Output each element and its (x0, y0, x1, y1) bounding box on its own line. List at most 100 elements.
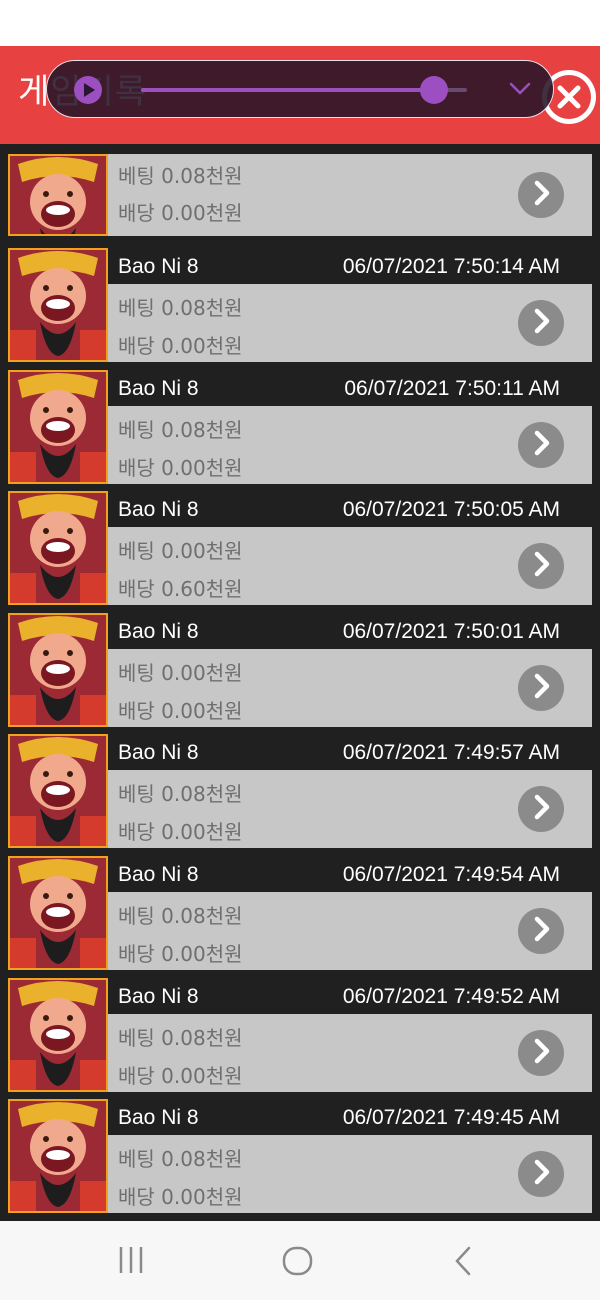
payout-line: 배당 0.00천원 (118, 816, 243, 845)
chevron-right-icon (527, 1158, 555, 1191)
bet-line: 베팅 0.08천원 (118, 160, 243, 189)
payout-line: 배당 0.00천원 (118, 695, 243, 724)
chevron-right-icon (527, 179, 555, 212)
chevron-right-icon (527, 793, 555, 826)
play-icon[interactable] (73, 75, 103, 105)
game-thumbnail (8, 491, 108, 605)
payout-line: 배당 0.00천원 (118, 938, 243, 967)
bet-line: 베팅 0.08천원 (118, 900, 243, 929)
bet-label: 베팅 (118, 661, 155, 685)
bet-amount: 0.00천원 (161, 539, 243, 563)
detail-button[interactable] (518, 1030, 564, 1076)
game-record-row[interactable]: Bao Ni 8 06/07/2021 7:50:01 AM 베팅 0.00천원… (8, 613, 592, 727)
thumbnail-art (10, 858, 106, 968)
game-record-row[interactable]: Bao Ni 8 06/07/2021 7:49:52 AM 베팅 0.08천원… (8, 978, 592, 1092)
payout-label: 배당 (118, 334, 155, 358)
navigation-bar (0, 1221, 600, 1300)
bet-line: 베팅 0.08천원 (118, 414, 243, 443)
record-time: 06/07/2021 7:49:57 AM (342, 741, 560, 764)
recents-icon[interactable] (118, 1245, 144, 1275)
chevron-right-icon (527, 915, 555, 948)
bet-amount: 0.08천원 (161, 418, 243, 442)
close-icon (547, 75, 591, 119)
record-header: Bao Ni 8 06/07/2021 7:50:05 AM (108, 491, 592, 527)
bet-label: 베팅 (118, 782, 155, 806)
game-record-row[interactable]: 베팅 0.08천원 배당 0.00천원 (8, 154, 592, 236)
chevron-right-icon (527, 672, 555, 705)
payout-label: 배당 (118, 942, 155, 966)
record-time: 06/07/2021 7:49:45 AM (342, 1106, 560, 1129)
detail-button[interactable] (518, 786, 564, 832)
record-time: 06/07/2021 7:49:52 AM (342, 985, 560, 1008)
bet-line: 베팅 0.08천원 (118, 1022, 243, 1051)
detail-button[interactable] (518, 908, 564, 954)
bet-line: 베팅 0.08천원 (118, 292, 243, 321)
bet-amount: 0.00천원 (161, 661, 243, 685)
game-record-row[interactable]: Bao Ni 8 06/07/2021 7:49:45 AM 베팅 0.08천원… (8, 1099, 592, 1213)
bet-label: 베팅 (118, 904, 155, 928)
chevron-down-icon[interactable] (509, 81, 531, 97)
payout-label: 배당 (118, 699, 155, 723)
payout-amount: 0.00천원 (161, 1185, 243, 1209)
game-thumbnail (8, 154, 108, 236)
payout-amount: 0.00천원 (161, 334, 243, 358)
detail-button[interactable] (518, 172, 564, 218)
game-record-row[interactable]: Bao Ni 8 06/07/2021 7:49:57 AM 베팅 0.08천원… (8, 734, 592, 848)
game-thumbnail (8, 978, 108, 1092)
bet-amount: 0.08천원 (161, 1147, 243, 1171)
game-record-row[interactable]: Bao Ni 8 06/07/2021 7:50:14 AM 베팅 0.08천원… (8, 248, 592, 362)
payout-amount: 0.60천원 (161, 577, 243, 601)
thumbnail-art (10, 1101, 106, 1211)
record-body: 베팅 0.00천원 배당 0.00천원 (108, 649, 592, 727)
detail-button[interactable] (518, 543, 564, 589)
thumbnail-art (10, 493, 106, 603)
bet-amount: 0.08천원 (161, 164, 243, 188)
record-body: 베팅 0.08천원 배당 0.00천원 (108, 154, 592, 236)
media-player (46, 60, 554, 118)
game-name: Bao Ni 8 (118, 255, 199, 278)
bet-amount: 0.08천원 (161, 1026, 243, 1050)
game-thumbnail (8, 613, 108, 727)
bet-label: 베팅 (118, 164, 155, 188)
game-name: Bao Ni 8 (118, 498, 199, 521)
payout-amount: 0.00천원 (161, 820, 243, 844)
thumbnail-art (10, 372, 106, 482)
detail-button[interactable] (518, 300, 564, 346)
payout-amount: 0.00천원 (161, 456, 243, 480)
bet-label: 베팅 (118, 1147, 155, 1171)
chevron-right-icon (527, 550, 555, 583)
payout-label: 배당 (118, 577, 155, 601)
back-icon[interactable] (452, 1245, 474, 1277)
bet-label: 베팅 (118, 418, 155, 442)
payout-label: 배당 (118, 1185, 155, 1209)
progress-fill (141, 88, 435, 92)
thumbnail-art (10, 736, 106, 846)
thumbnail-art (10, 250, 106, 360)
payout-label: 배당 (118, 820, 155, 844)
record-body: 베팅 0.08천원 배당 0.00천원 (108, 284, 592, 362)
record-body: 베팅 0.08천원 배당 0.00천원 (108, 406, 592, 484)
game-record-row[interactable]: Bao Ni 8 06/07/2021 7:49:54 AM 베팅 0.08천원… (8, 856, 592, 970)
payout-line: 배당 0.00천원 (118, 330, 243, 359)
home-icon[interactable] (282, 1245, 314, 1277)
record-header: Bao Ni 8 06/07/2021 7:49:52 AM (108, 978, 592, 1014)
record-time: 06/07/2021 7:50:01 AM (342, 620, 560, 643)
game-record-row[interactable]: Bao Ni 8 06/07/2021 7:50:11 AM 베팅 0.08천원… (8, 370, 592, 484)
detail-button[interactable] (518, 422, 564, 468)
detail-button[interactable] (518, 665, 564, 711)
slider-handle[interactable] (420, 76, 449, 104)
record-time: 06/07/2021 7:49:54 AM (342, 863, 560, 886)
game-record-row[interactable]: Bao Ni 8 06/07/2021 7:50:05 AM 베팅 0.00천원… (8, 491, 592, 605)
record-body: 베팅 0.08천원 배당 0.00천원 (108, 892, 592, 970)
thumbnail-art (10, 980, 106, 1090)
record-header: Bao Ni 8 06/07/2021 7:49:57 AM (108, 734, 592, 770)
bet-line: 베팅 0.08천원 (118, 1143, 243, 1172)
payout-amount: 0.00천원 (161, 699, 243, 723)
payout-amount: 0.00천원 (161, 942, 243, 966)
bet-line: 베팅 0.00천원 (118, 535, 243, 564)
payout-line: 배당 0.00천원 (118, 1060, 243, 1089)
progress-slider[interactable] (141, 76, 467, 104)
status-bar (0, 0, 600, 46)
bet-label: 베팅 (118, 296, 155, 320)
detail-button[interactable] (518, 1151, 564, 1197)
